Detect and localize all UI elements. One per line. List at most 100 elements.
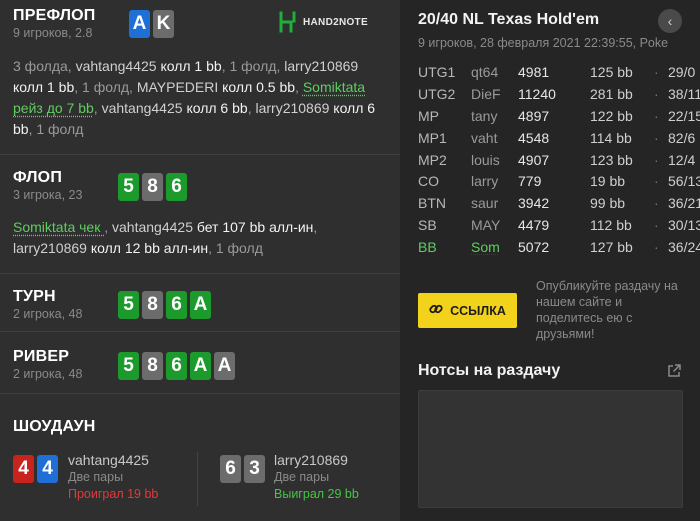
chevron-left-icon[interactable]: ‹ <box>658 9 682 33</box>
separator-dot: · <box>654 195 659 212</box>
showdown-cards-player-2: 63 <box>220 455 265 483</box>
notes-textarea[interactable] <box>418 390 683 508</box>
player-position: UTG2 <box>418 85 456 102</box>
player-name: vahtang4425 <box>75 58 161 74</box>
separator-dot: · <box>654 173 659 190</box>
action-text: , 1 фолд, <box>74 79 137 95</box>
share-link-button[interactable]: ССЫЛКА <box>418 293 517 328</box>
playing-card: 3 <box>244 455 265 483</box>
player-name: larry210869 <box>284 58 359 74</box>
player-stack-bb: 114 bb <box>590 129 632 146</box>
turn-title: ТУРН <box>13 288 56 305</box>
turn-cards: 586A <box>118 291 211 319</box>
showdown-section: ШОУДАУН 44 vahtang4425 Две пары Проиграл… <box>0 397 400 521</box>
playing-card: A <box>214 352 235 380</box>
player-stats: 22/15 <box>668 107 700 124</box>
player-row: MP tany 4897 122 bb · 22/15 <box>418 108 700 130</box>
notes-title: Нотсы на раздачу <box>418 362 561 379</box>
playing-card: 4 <box>37 455 58 483</box>
hand2note-logo-text: HAND2NOTE <box>303 16 368 28</box>
showdown-title: ШОУДАУН <box>13 418 96 435</box>
playing-card: 5 <box>118 352 139 380</box>
player-name: vahtang4425 <box>112 219 197 235</box>
preflop-actions: 3 фолда, vahtang4425 колл 1 bb , 1 фолд , … <box>13 56 393 140</box>
playing-card: 6 <box>220 455 241 483</box>
showdown-player-1: vahtang4425 Две пары Проиграл 19 bb <box>68 452 158 501</box>
player-name: larry210869 <box>13 240 91 256</box>
player-position: BB <box>418 239 437 256</box>
player-row: BB Som 5072 127 bb · 36/24 <box>418 239 700 261</box>
preflop-subtitle: 9 игроков, 2.8 <box>13 26 93 40</box>
playing-card: A <box>190 352 211 380</box>
flop-cards: 586 <box>118 173 187 201</box>
hero-cards: AK <box>129 10 174 38</box>
share-description: Опубликуйте раздачу на нашем сайте и под… <box>536 279 678 341</box>
player-stack: 5072 <box>518 239 550 256</box>
player-stats: 36/21 <box>668 195 700 212</box>
playing-card: 5 <box>118 291 139 319</box>
player-stack-bb: 125 bb <box>590 64 633 80</box>
player-nickname[interactable]: vaht <box>471 130 500 146</box>
player-position: MP <box>418 107 439 124</box>
player-stats: 82/6 <box>668 129 696 146</box>
playing-card: A <box>129 10 150 38</box>
action-text: колл 6 bb <box>186 100 248 116</box>
action-text: , <box>104 219 113 235</box>
separator-dot: · <box>654 217 659 234</box>
action-text: 3 фолда, <box>13 58 76 74</box>
preflop-section: ПРЕФЛОП 9 игроков, 2.8 AK HAND2NOTE 3 фо… <box>0 0 400 155</box>
player-nickname[interactable]: qt64 <box>471 64 500 80</box>
player-nickname[interactable]: MAY <box>471 217 500 233</box>
player-stack-bb: 122 bb <box>590 107 633 124</box>
showdown-hand-type: Две пары <box>274 470 330 484</box>
player-position: MP2 <box>418 151 447 168</box>
showdown-hand-type: Две пары <box>68 470 124 484</box>
player-position: SB <box>418 217 437 234</box>
player-position: UTG1 <box>418 64 456 80</box>
player-stack: 4548 <box>518 129 550 146</box>
player-nickname[interactable]: DieF <box>471 86 500 102</box>
action-text: , <box>313 219 318 235</box>
flop-section: ФЛОП 3 игрока, 23 586 Somiktata чек , va… <box>0 155 400 274</box>
game-subtitle: 9 игроков, 28 февраля 2021 22:39:55, Pok… <box>418 36 669 50</box>
playing-card: 5 <box>118 173 139 201</box>
flop-title: ФЛОП <box>13 169 63 186</box>
link-icon <box>429 302 443 319</box>
player-stats: 29/0 <box>668 64 696 80</box>
separator-dot: · <box>654 85 659 102</box>
player-position: CO <box>418 173 439 190</box>
separator-dot: · <box>654 64 659 80</box>
player-stack: 3942 <box>518 195 550 212</box>
playing-card: 8 <box>142 291 163 319</box>
showdown-divider <box>197 452 198 506</box>
hero-action[interactable]: Somiktata чек <box>13 219 104 235</box>
separator-dot: · <box>654 107 659 124</box>
player-stats: 56/13 <box>668 173 700 190</box>
player-nickname[interactable]: Som <box>471 239 500 255</box>
players-table: UTG1 qt64 4981 125 bb · 29/0 UTG2 DieF 11240 281 … <box>418 64 700 261</box>
action-text: колл 12 bb алл-ин <box>90 240 209 256</box>
player-stack-bb: 127 bb <box>590 239 633 256</box>
player-nickname[interactable]: saur <box>471 195 500 211</box>
playing-card: 6 <box>166 352 187 380</box>
player-row: CO larry 779 19 bb · 56/13 <box>418 173 700 195</box>
external-link-icon[interactable] <box>666 363 682 379</box>
river-subtitle: 2 игрока, 48 <box>13 367 83 381</box>
player-stack-bb: 123 bb <box>590 151 633 168</box>
player-stats: 36/24 <box>668 239 700 256</box>
player-name: MAYPEDERI <box>136 79 223 95</box>
action-text: , <box>93 100 102 116</box>
action-text: колл 1 bb <box>160 58 222 74</box>
playing-card: 8 <box>142 352 163 380</box>
preflop-title: ПРЕФЛОП <box>13 7 96 24</box>
player-stack-bb: 281 bb <box>590 85 633 102</box>
action-text: колл 1 bb <box>13 79 75 95</box>
action-text: , <box>295 79 303 95</box>
player-stats: 12/4 <box>668 151 696 168</box>
player-stack: 4907 <box>518 151 550 168</box>
player-stack: 4981 <box>518 64 550 80</box>
river-section: РИВЕР 2 игрока, 48 586AA <box>0 332 400 394</box>
player-nickname[interactable]: tany <box>471 108 500 124</box>
player-nickname[interactable]: larry <box>471 173 500 189</box>
player-nickname[interactable]: louis <box>471 152 500 168</box>
